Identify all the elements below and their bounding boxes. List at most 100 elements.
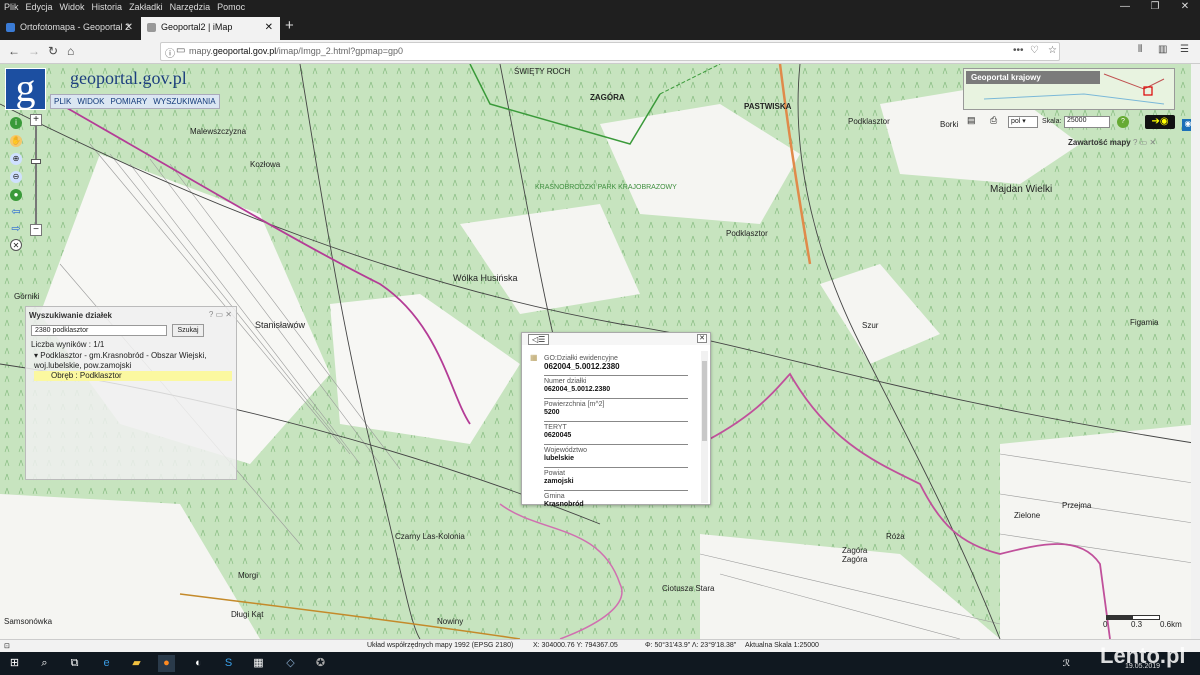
popup-close-icon[interactable]: ✕ [697,334,707,343]
edge-icon[interactable]: e [98,655,115,672]
scale-input[interactable]: 25000 [1064,116,1110,128]
attribute-row: Gmina Krasnobród [544,493,584,508]
menu-historia[interactable]: Historia [92,2,123,12]
full-extent-icon[interactable]: ✕ [10,239,22,251]
firefox-icon[interactable]: ● [158,655,175,672]
map-canvas[interactable]: ŚWIĘTY ROCH ZAGÓRA PASTWISKA Malewszczyz… [0,64,1200,639]
bookmark-star-icon[interactable]: ☆ [1048,45,1057,56]
map-menu-pomiary[interactable]: POMIARY [107,95,150,108]
zoom-slider[interactable]: + − [30,114,42,236]
menu-widok[interactable]: Widok [60,2,85,12]
place-label: Zielone [1014,511,1041,520]
globe-icon[interactable]: ● [10,189,22,201]
home-icon[interactable]: ⌂ [67,44,74,58]
layer-folder-icon: ▦ [530,353,538,362]
calculator-icon[interactable]: ▦ [250,655,267,672]
zoom-in-tool-icon[interactable]: ⊕ [10,153,22,165]
skype-icon[interactable]: S [220,655,237,672]
overview-map[interactable]: Geoportal krajowy [963,68,1175,110]
parcel-search-input[interactable]: 2380 podklasztor [31,325,167,336]
tray-icon[interactable]: ℛ [1058,655,1075,672]
zoom-track[interactable] [35,126,37,224]
menu-edycja[interactable]: Edycja [26,2,53,12]
menu-plik[interactable]: Plik [4,2,19,12]
place-label: Samsonówka [4,617,53,626]
pan-hand-icon[interactable]: ✋ [10,135,22,147]
menu-pomoc[interactable]: Pomoc [217,2,245,12]
help-icon[interactable]: ? [1117,116,1129,128]
file-explorer-icon[interactable]: ▰ [128,655,145,672]
zoom-plus-button[interactable]: + [30,114,42,126]
menu-narzedzia[interactable]: Narzędzia [170,2,211,12]
info-tool-icon[interactable]: i [10,117,22,129]
map-menu-plik[interactable]: PLIK [51,95,74,108]
print-icon[interactable]: ⎙ [990,115,997,126]
panel-controls[interactable]: ? ▭ ✕ [209,310,232,319]
popup-scrollbar[interactable] [701,351,708,503]
previous-view-icon[interactable]: ⇦ [10,206,22,218]
attribute-list: GO:Działki ewidencyjne 062004_5.0012.2380… [544,353,688,509]
zoom-out-tool-icon[interactable]: ⊖ [10,171,22,183]
windows-taskbar: ⊞ ⌕ ⧉ e ▰ ● ◐ S ▦ ◇ ✪ ℛ 19.05.2019 [0,652,1200,675]
app-icon[interactable]: ✪ [312,655,329,672]
site-name: geoportal.gov.pl [70,68,187,88]
place-label: Majdan Wielki [990,184,1053,195]
search-result[interactable]: ▾ Podklasztor - gm.Krasnobród - Obszar W… [34,351,234,371]
place-label: Zagóra [842,546,868,555]
parcel-search-panel: Wyszukiwanie działek ? ▭ ✕ 2380 podklasz… [25,306,237,480]
navigation-bar: ← → ↻ ⌂ ⓘ ▭ mapy.geoportal.gov.pl/imap/I… [0,40,1200,64]
scroll-thumb[interactable] [702,361,707,441]
search-icon[interactable]: ⌕ [36,655,53,672]
menu-zakladki[interactable]: Zakładki [129,2,163,12]
info-icon[interactable]: ⓘ [165,45,175,60]
page-scrollbar[interactable] [1191,64,1200,639]
tab-ortofotomapa[interactable]: Ortofotomapa - Geoportal 2 ✕ [0,17,140,40]
pocket-icon[interactable]: ♡ [1030,45,1039,56]
new-tab-icon[interactable]: + [285,17,294,34]
next-view-icon[interactable]: ⇨ [10,223,22,235]
url-text: mapy.geoportal.gov.pl/imap/Imgp_2.html?g… [189,46,404,56]
place-label: Ciotusza Stara [662,584,715,593]
back-icon[interactable]: ← [8,44,20,58]
place-label: Borki [940,120,959,129]
attribute-row: Numer działki 062004_5.0012.2380 [544,376,688,399]
eye-toggle-icon[interactable]: ➔◉ [1145,115,1175,129]
task-view-icon[interactable]: ⧉ [66,655,83,672]
language-select[interactable]: pol ▾ [1008,116,1038,128]
reload-icon[interactable]: ↻ [48,44,58,58]
search-result-precinct[interactable]: Obręb : Podklasztor [34,371,232,381]
list-toggle-icon[interactable]: ◁☰ [528,334,550,345]
attribute-row: Powiat zamojski [544,468,688,491]
zoom-minus-button[interactable]: − [30,224,42,236]
forward-icon[interactable]: → [28,44,40,58]
map-contents-header[interactable]: Zawartość mapy ? ▭ ✕ [1068,138,1156,147]
crs-label: Układ współrzędnych mapy 1992 (EPSG 2180… [367,642,514,649]
map-menu-wyszukiwania[interactable]: WYSZUKIWANIA [150,95,218,108]
park-label: KRASNOBRODZKI PARK KRAJOBRAZOWY [535,184,677,191]
place-label: Morgi [238,571,259,580]
windows-start-icon[interactable]: ⊞ [6,655,23,672]
map-menu: PLIK WIDOK POMIARY WYSZUKIWANIA [50,94,220,109]
close-tab-icon[interactable]: ✕ [265,22,273,33]
app-icon[interactable]: ◇ [282,655,299,672]
hamburger-menu-icon[interactable]: ☰ [1180,44,1189,55]
library-icon[interactable]: ⫴ [1138,44,1142,55]
map-menu-widok[interactable]: WIDOK [74,95,107,108]
map-toolbar: ▤ ⎙ pol ▾ Skala: 25000 ? ➔◉ [963,115,1181,131]
app-icon[interactable]: ◐ [190,655,207,672]
geoportal-logo[interactable]: g [5,68,46,110]
more-icon[interactable]: ••• [1013,45,1024,56]
place-label: Stanisławów [255,320,306,330]
layers-icon[interactable]: ▤ [967,115,976,126]
expand-arrow-icon[interactable]: ▾ [34,351,38,360]
sidebar-icon[interactable]: ▥ [1158,44,1167,55]
tab-imap[interactable]: Geoportal2 | iMap ✕ [141,17,280,40]
close-tab-icon[interactable]: ✕ [125,22,133,33]
results-count: Liczba wyników : 1/1 [31,340,105,349]
zoom-knob[interactable] [31,159,41,164]
place-label: Figamia [1130,318,1159,327]
url-bar[interactable]: ⓘ ▭ mapy.geoportal.gov.pl/imap/Imgp_2.ht… [160,42,1060,61]
search-button[interactable]: Szukaj [172,324,204,337]
scale-bar-label: 0.3 [1131,620,1143,629]
place-label: Przejma [1062,501,1092,510]
